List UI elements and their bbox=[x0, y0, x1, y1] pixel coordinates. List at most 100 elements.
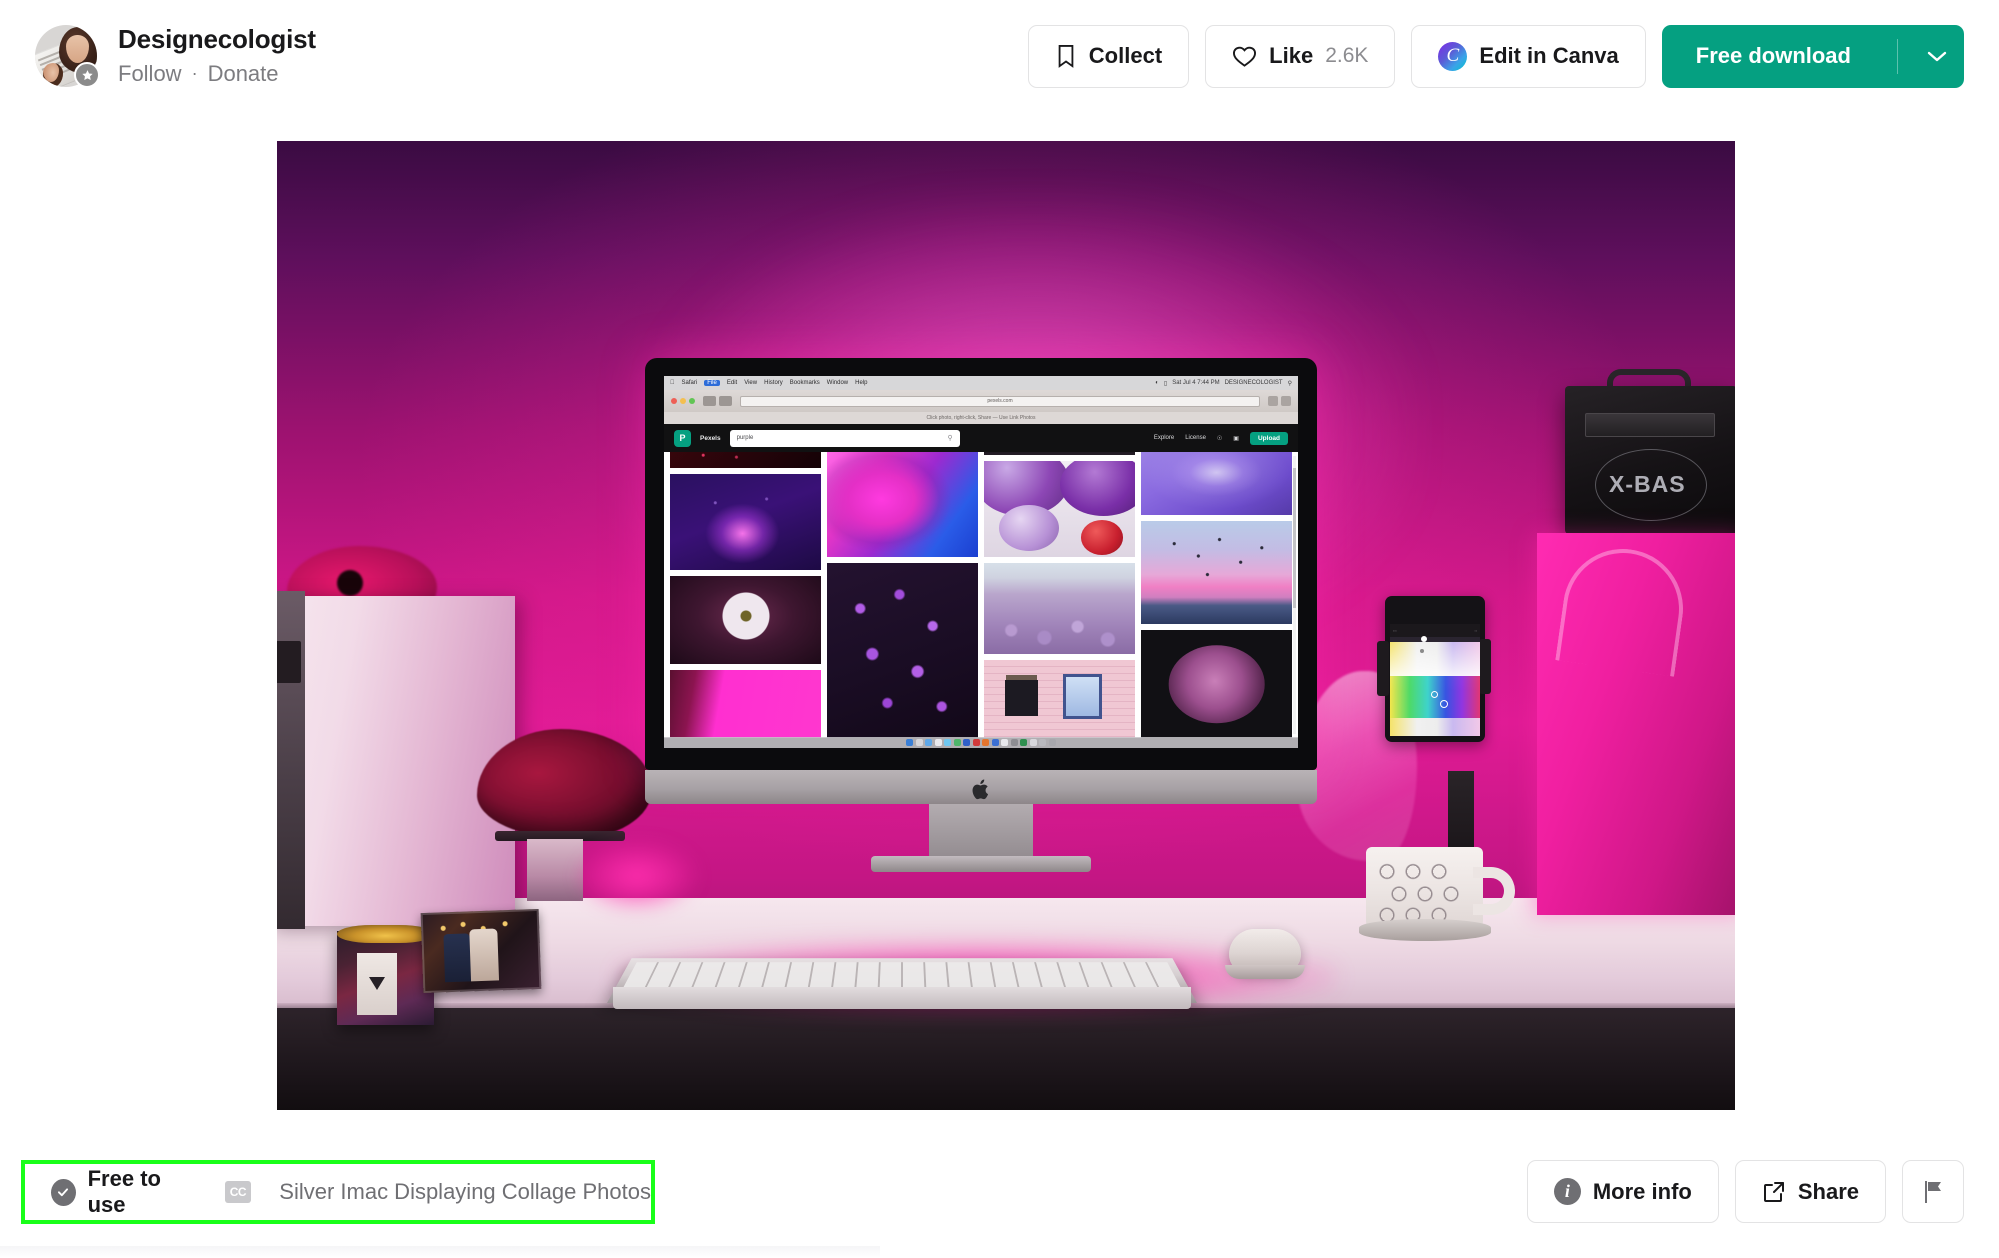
purple-lilac-blossoms[interactable] bbox=[827, 562, 978, 738]
site-search-input[interactable]: purple ⚲ bbox=[729, 429, 960, 447]
nav-explore[interactable]: Explore bbox=[1154, 435, 1174, 441]
dock-settings-icon[interactable] bbox=[991, 739, 999, 746]
purple-fiber-optic-fountain[interactable] bbox=[670, 473, 821, 570]
close-icon[interactable] bbox=[671, 398, 677, 404]
macos-menubar:  Safari File Edit View History Bookmark… bbox=[664, 376, 1298, 390]
dock-messages-icon[interactable] bbox=[944, 739, 952, 746]
pink-wooden-house[interactable] bbox=[984, 659, 1135, 738]
maximize-icon[interactable] bbox=[689, 398, 695, 404]
page-scrollbar-thumb[interactable] bbox=[1293, 468, 1296, 608]
dock-music-icon[interactable] bbox=[972, 739, 980, 746]
free-download-button[interactable]: Free download bbox=[1661, 24, 1964, 88]
collage-column bbox=[827, 452, 978, 738]
purple-water-drop-ripple[interactable] bbox=[1141, 452, 1292, 515]
white-daisy-flower[interactable] bbox=[670, 575, 821, 664]
avatar[interactable] bbox=[35, 25, 100, 88]
collage-column bbox=[1141, 452, 1292, 738]
edit-in-canva-button[interactable]: C Edit in Canva bbox=[1411, 24, 1646, 88]
menu-bookmarks: Bookmarks bbox=[785, 380, 820, 386]
dock-mail-icon[interactable] bbox=[934, 739, 942, 746]
report-button[interactable] bbox=[1902, 1160, 1964, 1223]
bell-icon[interactable]: ☉ bbox=[1217, 435, 1222, 442]
window-traffic-lights[interactable] bbox=[671, 398, 695, 404]
bookmark-icon bbox=[1055, 44, 1077, 68]
dock-finder-icon[interactable] bbox=[906, 739, 914, 746]
lavender-field[interactable] bbox=[984, 562, 1135, 654]
chevron-down-icon[interactable] bbox=[1910, 25, 1964, 88]
purple-balloons[interactable] bbox=[984, 460, 1135, 557]
dock-word-icon[interactable] bbox=[1029, 739, 1037, 746]
cc-badge-icon: CC bbox=[224, 1181, 252, 1203]
upload-button[interactable]: Upload bbox=[1249, 431, 1288, 445]
site-search-value: purple bbox=[736, 435, 754, 441]
author-text: Designecologist Follow · Donate bbox=[118, 24, 316, 87]
share-button[interactable]: Share bbox=[1734, 1160, 1886, 1223]
search-icon[interactable]: ⚲ bbox=[947, 434, 952, 442]
donate-link[interactable]: Donate bbox=[208, 61, 279, 87]
heart-icon bbox=[1232, 45, 1257, 68]
minimize-icon[interactable] bbox=[680, 398, 686, 404]
magenta-gradient[interactable] bbox=[670, 669, 821, 738]
menu-edit: Edit bbox=[722, 380, 737, 386]
bookmarks-bar[interactable]: Click photo, right-click, Share — Use Li… bbox=[664, 412, 1298, 424]
phone-clip-right bbox=[1479, 639, 1491, 694]
share-icon[interactable] bbox=[1268, 396, 1278, 406]
canva-label: Edit in Canva bbox=[1479, 43, 1619, 68]
tabs-icon[interactable] bbox=[1281, 396, 1291, 406]
browser-right-buttons[interactable] bbox=[1268, 396, 1291, 406]
candle-label bbox=[357, 953, 397, 1015]
like-count: 2.6K bbox=[1325, 44, 1369, 67]
imac-stand-foot bbox=[871, 856, 1091, 872]
license-highlight-box[interactable]: Free to use CC Silver Imac Displaying Co… bbox=[21, 1160, 655, 1224]
dock-excel-icon[interactable] bbox=[1020, 739, 1028, 746]
frame-person-b bbox=[469, 928, 500, 982]
bookmarks-text: Click photo, right-click, Share — Use Li… bbox=[926, 415, 1036, 421]
dock-terminal-icon[interactable] bbox=[1010, 739, 1018, 746]
dark-purple-chrysanthemum[interactable] bbox=[1141, 630, 1292, 738]
collect-button[interactable]: Collect bbox=[1027, 24, 1190, 88]
dock-appstore-icon[interactable] bbox=[982, 739, 990, 746]
nav-license[interactable]: License bbox=[1185, 435, 1206, 441]
balloon-lavender bbox=[999, 504, 1060, 552]
next-section-edge bbox=[0, 1246, 880, 1258]
author-links: Follow · Donate bbox=[118, 61, 316, 87]
pexels-logo-icon[interactable]: P bbox=[674, 429, 691, 447]
dark-red-fireworks[interactable] bbox=[670, 452, 821, 468]
address-bar[interactable]: pexels.com bbox=[740, 395, 1260, 407]
logo-letter: P bbox=[679, 433, 686, 443]
forward-icon[interactable] bbox=[719, 396, 732, 406]
follow-link[interactable]: Follow bbox=[118, 61, 182, 87]
browser-nav-buttons[interactable] bbox=[703, 396, 732, 406]
dock-trash-icon[interactable] bbox=[1048, 739, 1056, 746]
balloon-red bbox=[1080, 520, 1123, 555]
menu-file: File bbox=[704, 380, 720, 386]
keyboard-front-edge bbox=[613, 987, 1191, 1009]
flag-icon bbox=[1921, 1179, 1945, 1205]
speaker-control-panel bbox=[1585, 413, 1715, 437]
search-icon: ⚲ bbox=[1287, 380, 1292, 387]
pink-blue-smoke[interactable] bbox=[827, 452, 978, 557]
phone-brightness-slider bbox=[1390, 636, 1480, 642]
photo-collage-grid bbox=[664, 452, 1298, 738]
photo-preview[interactable]: X-BAS ◦◦◦ ◦◦ Safari File Edit View Histo… bbox=[277, 141, 1735, 1110]
macos-dock[interactable] bbox=[664, 737, 1298, 748]
dock-facetime-icon[interactable] bbox=[953, 739, 961, 746]
more-info-button[interactable]: i More info bbox=[1526, 1160, 1719, 1223]
dock-notes-icon[interactable] bbox=[1001, 739, 1009, 746]
birds-at-pink-sunset[interactable] bbox=[1141, 520, 1292, 625]
house-window-a bbox=[1005, 680, 1039, 717]
dark-strip[interactable] bbox=[984, 452, 1135, 455]
dock-photos-icon[interactable] bbox=[963, 739, 971, 746]
user-avatar-icon[interactable]: ▣ bbox=[1233, 435, 1239, 442]
mug-pattern bbox=[1373, 857, 1473, 923]
like-button[interactable]: Like 2.6K bbox=[1205, 24, 1396, 88]
menu-history: History bbox=[759, 380, 783, 386]
address-bar-text: pexels.com bbox=[987, 398, 1013, 404]
dock-launchpad-icon[interactable] bbox=[915, 739, 923, 746]
pexels-photo-page: Designecologist Follow · Donate Collect bbox=[0, 0, 1999, 1258]
dock-finder-window-icon[interactable] bbox=[1039, 739, 1047, 746]
page-title: Designecologist bbox=[118, 24, 316, 55]
dock-safari-icon[interactable] bbox=[925, 739, 933, 746]
back-icon[interactable] bbox=[703, 396, 716, 406]
footer-actions: i More info Share bbox=[1526, 1160, 1964, 1223]
